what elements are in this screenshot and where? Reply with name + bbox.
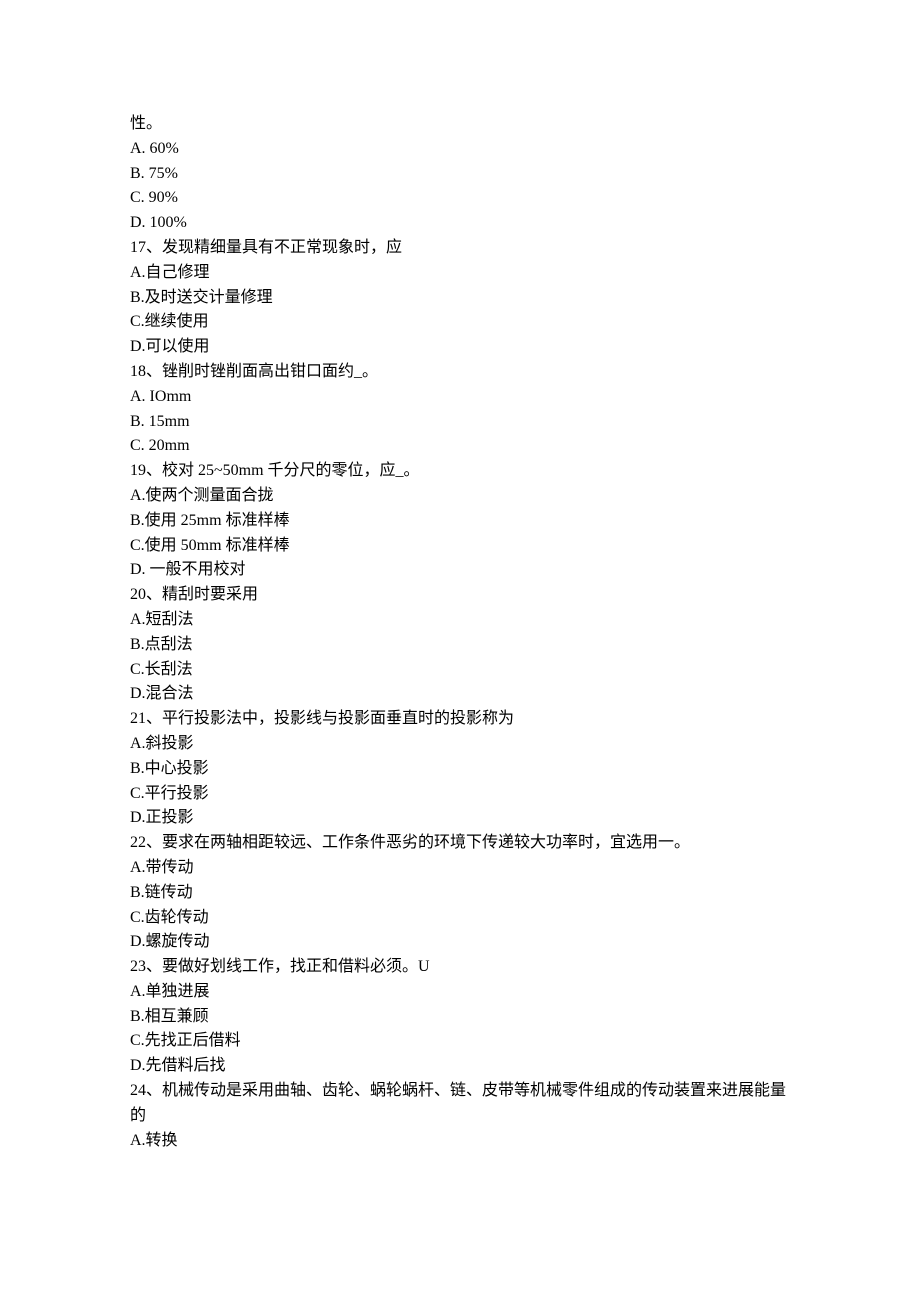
- option-a: A.转换: [130, 1129, 790, 1154]
- option-b: B.中心投影: [130, 757, 790, 782]
- option-c: C.长刮法: [130, 658, 790, 683]
- option-a: A.带传动: [130, 856, 790, 881]
- question-18: 18、锉削时锉削面高出钳口面约_。: [130, 360, 790, 385]
- question-20: 20、精刮时要采用: [130, 583, 790, 608]
- option-c: C. 20mm: [130, 434, 790, 459]
- option-d: D.混合法: [130, 682, 790, 707]
- option-d: D.正投影: [130, 806, 790, 831]
- option-b: B.点刮法: [130, 633, 790, 658]
- question-17: 17、发现精细量具有不正常现象时，应: [130, 236, 790, 261]
- option-a: A.自己修理: [130, 261, 790, 286]
- document-page: 性。 A. 60% B. 75% C. 90% D. 100% 17、发现精细量…: [0, 0, 920, 1301]
- option-a: A.短刮法: [130, 608, 790, 633]
- question-22: 22、要求在两轴相距较远、工作条件恶劣的环境下传递较大功率时，宜选用一。: [130, 831, 790, 856]
- option-b: B.链传动: [130, 881, 790, 906]
- option-a: A.单独进展: [130, 980, 790, 1005]
- option-b: B. 75%: [130, 162, 790, 187]
- option-b: B. 15mm: [130, 410, 790, 435]
- option-b: B.及时送交计量修理: [130, 286, 790, 311]
- option-c: C.使用 50mm 标准样棒: [130, 534, 790, 559]
- option-b: B.相互兼顾: [130, 1005, 790, 1030]
- option-a: A.使两个测量面合拢: [130, 484, 790, 509]
- option-c: C. 90%: [130, 186, 790, 211]
- option-d: D. 100%: [130, 211, 790, 236]
- option-c: C.齿轮传动: [130, 906, 790, 931]
- option-a: A. IOmm: [130, 385, 790, 410]
- option-d: D. 一般不用校对: [130, 558, 790, 583]
- text-line: 性。: [130, 112, 790, 137]
- question-24: 24、机械传动是采用曲轴、齿轮、蜗轮蜗杆、链、皮带等机械零件组成的传动装置来进展…: [130, 1079, 790, 1129]
- question-23: 23、要做好划线工作，找正和借料必须。U: [130, 955, 790, 980]
- option-a: A. 60%: [130, 137, 790, 162]
- question-21: 21、平行投影法中，投影线与投影面垂直时的投影称为: [130, 707, 790, 732]
- option-a: A.斜投影: [130, 732, 790, 757]
- option-b: B.使用 25mm 标准样棒: [130, 509, 790, 534]
- option-c: C.平行投影: [130, 782, 790, 807]
- option-d: D.螺旋传动: [130, 930, 790, 955]
- option-d: D.可以使用: [130, 335, 790, 360]
- option-d: D.先借料后找: [130, 1054, 790, 1079]
- option-c: C.继续使用: [130, 310, 790, 335]
- option-c: C.先找正后借料: [130, 1029, 790, 1054]
- question-19: 19、校对 25~50mm 千分尺的零位，应_。: [130, 459, 790, 484]
